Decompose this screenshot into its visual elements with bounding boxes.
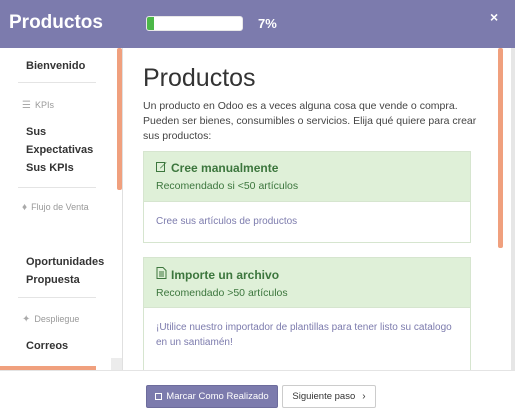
next-step-label: Siguiente paso: [292, 391, 356, 402]
card-subtitle: Recomendado si <50 artículos: [156, 180, 299, 192]
card-body[interactable]: Cree sus artículos de productos: [144, 202, 470, 242]
footer-bar: Marcar Como Realizado Siguiente paso ›: [0, 370, 515, 418]
progress-bar: [146, 16, 243, 31]
card-title: Importe un archivo: [156, 267, 458, 282]
main-content: Productos Un producto en Odoo es a veces…: [123, 48, 515, 370]
sidebar-category-label: KPIs: [34, 100, 54, 110]
checkbox-icon: [155, 393, 163, 400]
next-step-button[interactable]: Siguiente paso ›: [282, 385, 376, 408]
tag-icon: ♦: [22, 202, 28, 213]
card-title-text: Cree manualmente: [171, 161, 279, 175]
option-card-import[interactable]: Importe un archivo Recomendado >50 artíc…: [143, 257, 471, 370]
close-icon[interactable]: ×: [490, 9, 498, 25]
chevron-right-icon: ›: [362, 391, 366, 402]
sidebar: Bienvenido ☰ KPIs Sus Expectativas Sus KP…: [0, 48, 123, 370]
sidebar-divider: [18, 187, 96, 188]
card-title-text: Importe un archivo: [171, 267, 280, 282]
scroll-corner: [111, 358, 122, 370]
trophy-icon: ☰: [22, 100, 31, 111]
sidebar-category-kpis: ☰ KPIs: [22, 99, 54, 112]
app-title: Productos: [9, 12, 103, 33]
page-description: Un producto en Odoo es a veces alguna co…: [143, 100, 477, 142]
page-title: Productos: [143, 64, 256, 92]
sidebar-item-oportunidades[interactable]: Oportunidades: [26, 253, 104, 271]
card-subtitle: Recomendado >50 artículos: [156, 287, 288, 299]
card-body[interactable]: ¡Utilice nuestro importador de plantilla…: [144, 308, 470, 370]
sidebar-item-sus-expectativas[interactable]: Sus Expectativas: [26, 123, 106, 159]
sidebar-category-label: Despliegue: [34, 314, 80, 324]
card-title: Cree manualmente: [156, 161, 458, 175]
sidebar-item-bienvenido[interactable]: Bienvenido: [26, 57, 85, 75]
sidebar-category-despliegue: ✦ Despliegue: [22, 313, 79, 326]
sidebar-divider: [18, 297, 96, 298]
progress-label: 7%: [258, 16, 277, 31]
card-header: Importe un archivo Recomendado >50 artíc…: [144, 258, 470, 308]
main-edge: [511, 48, 515, 370]
mark-done-label: Marcar Como Realizado: [166, 391, 269, 402]
sidebar-item-correos[interactable]: Correos: [26, 337, 68, 355]
magic-icon: ✦: [22, 314, 31, 325]
file-import-icon: [156, 267, 168, 282]
edit-icon: [156, 161, 168, 175]
card-header: Cree manualmente Recomendado si <50 artí…: [144, 152, 470, 202]
option-card-manual[interactable]: Cree manualmente Recomendado si <50 artí…: [143, 151, 471, 243]
sidebar-item-propuesta[interactable]: Propuesta: [26, 271, 80, 289]
sidebar-item-sus-kpis[interactable]: Sus KPIs: [26, 159, 74, 177]
sidebar-category-flujo: ♦ Flujo de Venta: [22, 201, 92, 214]
mark-done-button[interactable]: Marcar Como Realizado: [146, 385, 278, 408]
card-link[interactable]: ¡Utilice nuestro importador de plantilla…: [156, 322, 452, 348]
progress-fill: [147, 17, 154, 30]
main-scrollbar[interactable]: [498, 48, 503, 248]
sidebar-category-label: Flujo de Venta: [31, 202, 89, 212]
sidebar-divider: [18, 82, 96, 83]
card-link[interactable]: Cree sus artículos de productos: [156, 216, 297, 227]
sidebar-scrollbar[interactable]: [117, 48, 122, 190]
header-bar: Productos 7% ×: [0, 0, 515, 48]
